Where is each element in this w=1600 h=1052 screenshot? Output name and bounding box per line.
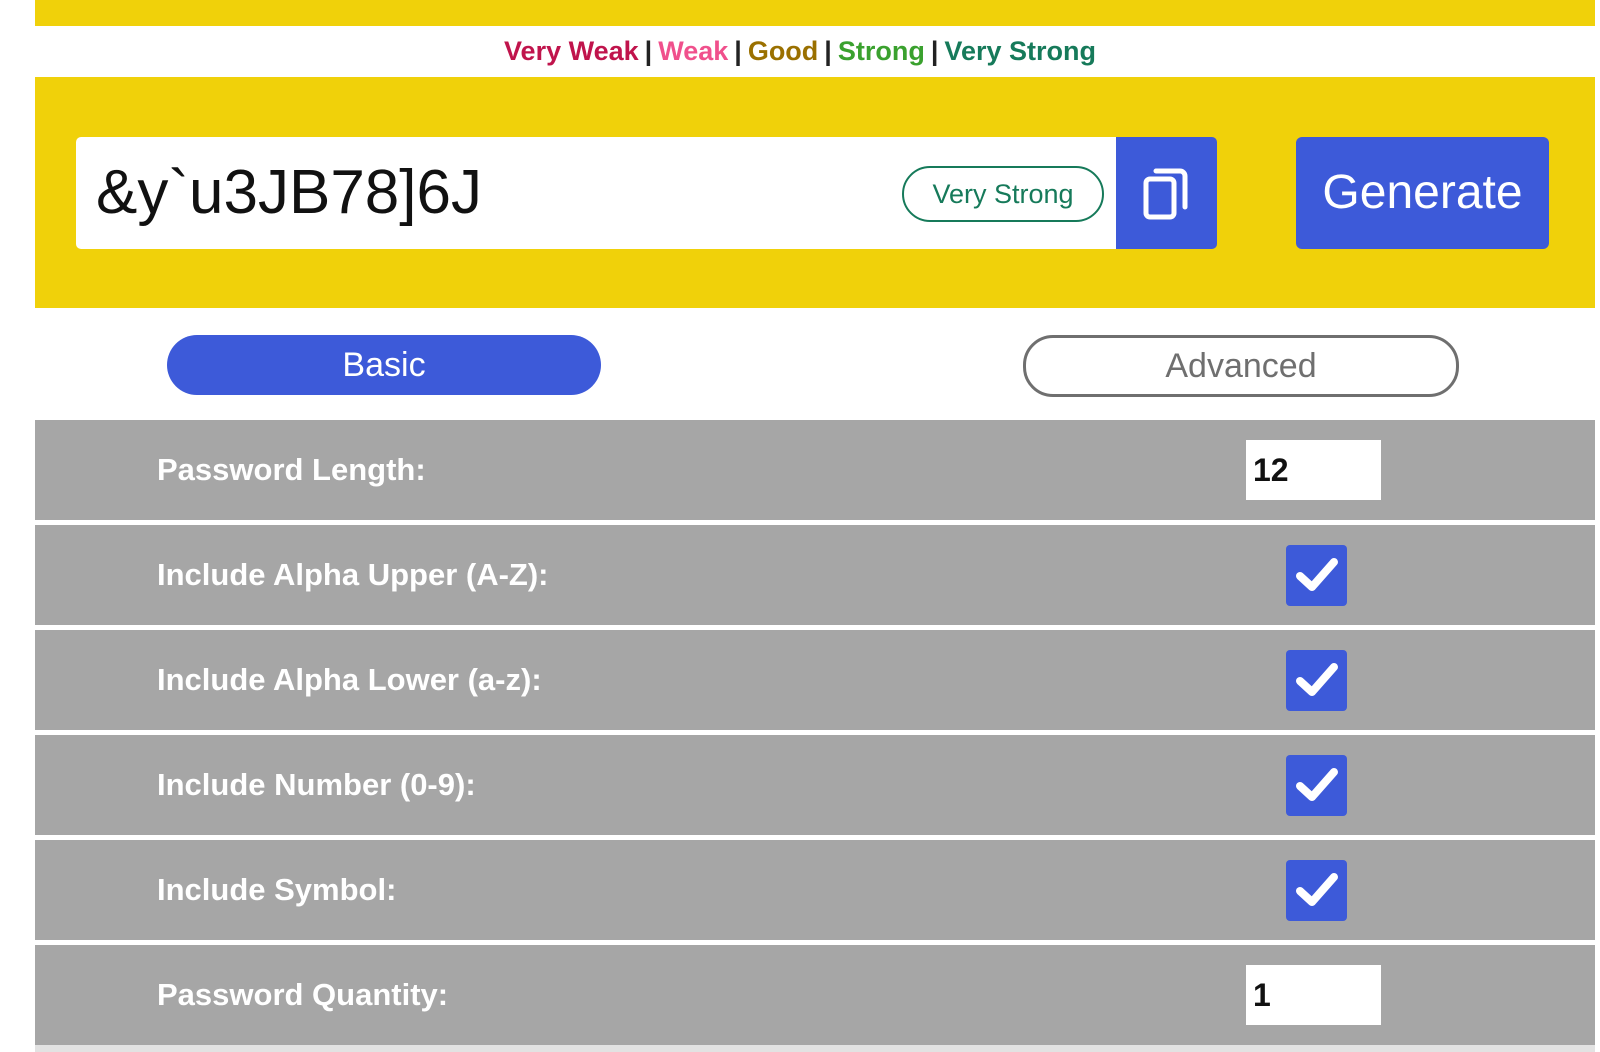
option-row-number: Include Number (0-9): xyxy=(35,735,1595,835)
include-number-label: Include Number (0-9): xyxy=(157,767,476,802)
generate-button[interactable]: Generate xyxy=(1296,137,1549,249)
include-lower-checkbox[interactable] xyxy=(1286,650,1347,711)
password-generator-page: Very Weak | Weak | Good | Strong | Very Strong &… xyxy=(0,0,1600,1052)
strength-legend: Very Weak | Weak | Good | Strong | Very Strong xyxy=(0,33,1600,69)
checkmark-icon xyxy=(1296,873,1338,906)
checkmark-icon xyxy=(1296,663,1338,696)
password-output-text[interactable]: &y`u3JB78]6J xyxy=(96,148,482,238)
tab-advanced[interactable]: Advanced xyxy=(1023,335,1459,397)
password-quantity-label: Password Quantity: xyxy=(157,977,449,1012)
option-row-upper: Include Alpha Upper (A-Z): xyxy=(35,525,1595,625)
bottom-divider xyxy=(35,1045,1595,1052)
include-number-checkbox[interactable] xyxy=(1286,755,1347,816)
legend-very-weak: Very Weak xyxy=(504,36,639,66)
tab-basic[interactable]: Basic xyxy=(167,335,601,395)
include-symbol-checkbox[interactable] xyxy=(1286,860,1347,921)
legend-separator: | xyxy=(734,36,742,66)
include-lower-label: Include Alpha Lower (a-z): xyxy=(157,662,542,697)
legend-very-strong: Very Strong xyxy=(944,36,1096,66)
top-yellow-bar xyxy=(35,0,1595,26)
password-length-label: Password Length: xyxy=(157,452,426,487)
include-upper-label: Include Alpha Upper (A-Z): xyxy=(157,557,549,592)
legend-weak: Weak xyxy=(658,36,729,66)
strength-badge: Very Strong xyxy=(902,166,1104,222)
legend-separator: | xyxy=(930,36,939,66)
checkmark-icon xyxy=(1296,768,1338,801)
options-list: Password Length: Include Alpha Upper (A-… xyxy=(35,420,1595,1050)
password-length-input[interactable] xyxy=(1246,440,1381,500)
option-row-symbol: Include Symbol: xyxy=(35,840,1595,940)
password-quantity-input[interactable] xyxy=(1246,965,1381,1025)
option-row-length: Password Length: xyxy=(35,420,1595,520)
checkmark-icon xyxy=(1296,558,1338,591)
include-upper-checkbox[interactable] xyxy=(1286,545,1347,606)
legend-separator: | xyxy=(644,36,653,66)
include-symbol-label: Include Symbol: xyxy=(157,872,397,907)
option-row-lower: Include Alpha Lower (a-z): xyxy=(35,630,1595,730)
option-row-quantity: Password Quantity: xyxy=(35,945,1595,1045)
copy-icon xyxy=(1143,168,1188,220)
legend-strong: Strong xyxy=(837,36,925,66)
legend-separator: | xyxy=(824,36,832,66)
legend-good: Good xyxy=(747,36,819,66)
copy-button[interactable] xyxy=(1116,137,1217,249)
